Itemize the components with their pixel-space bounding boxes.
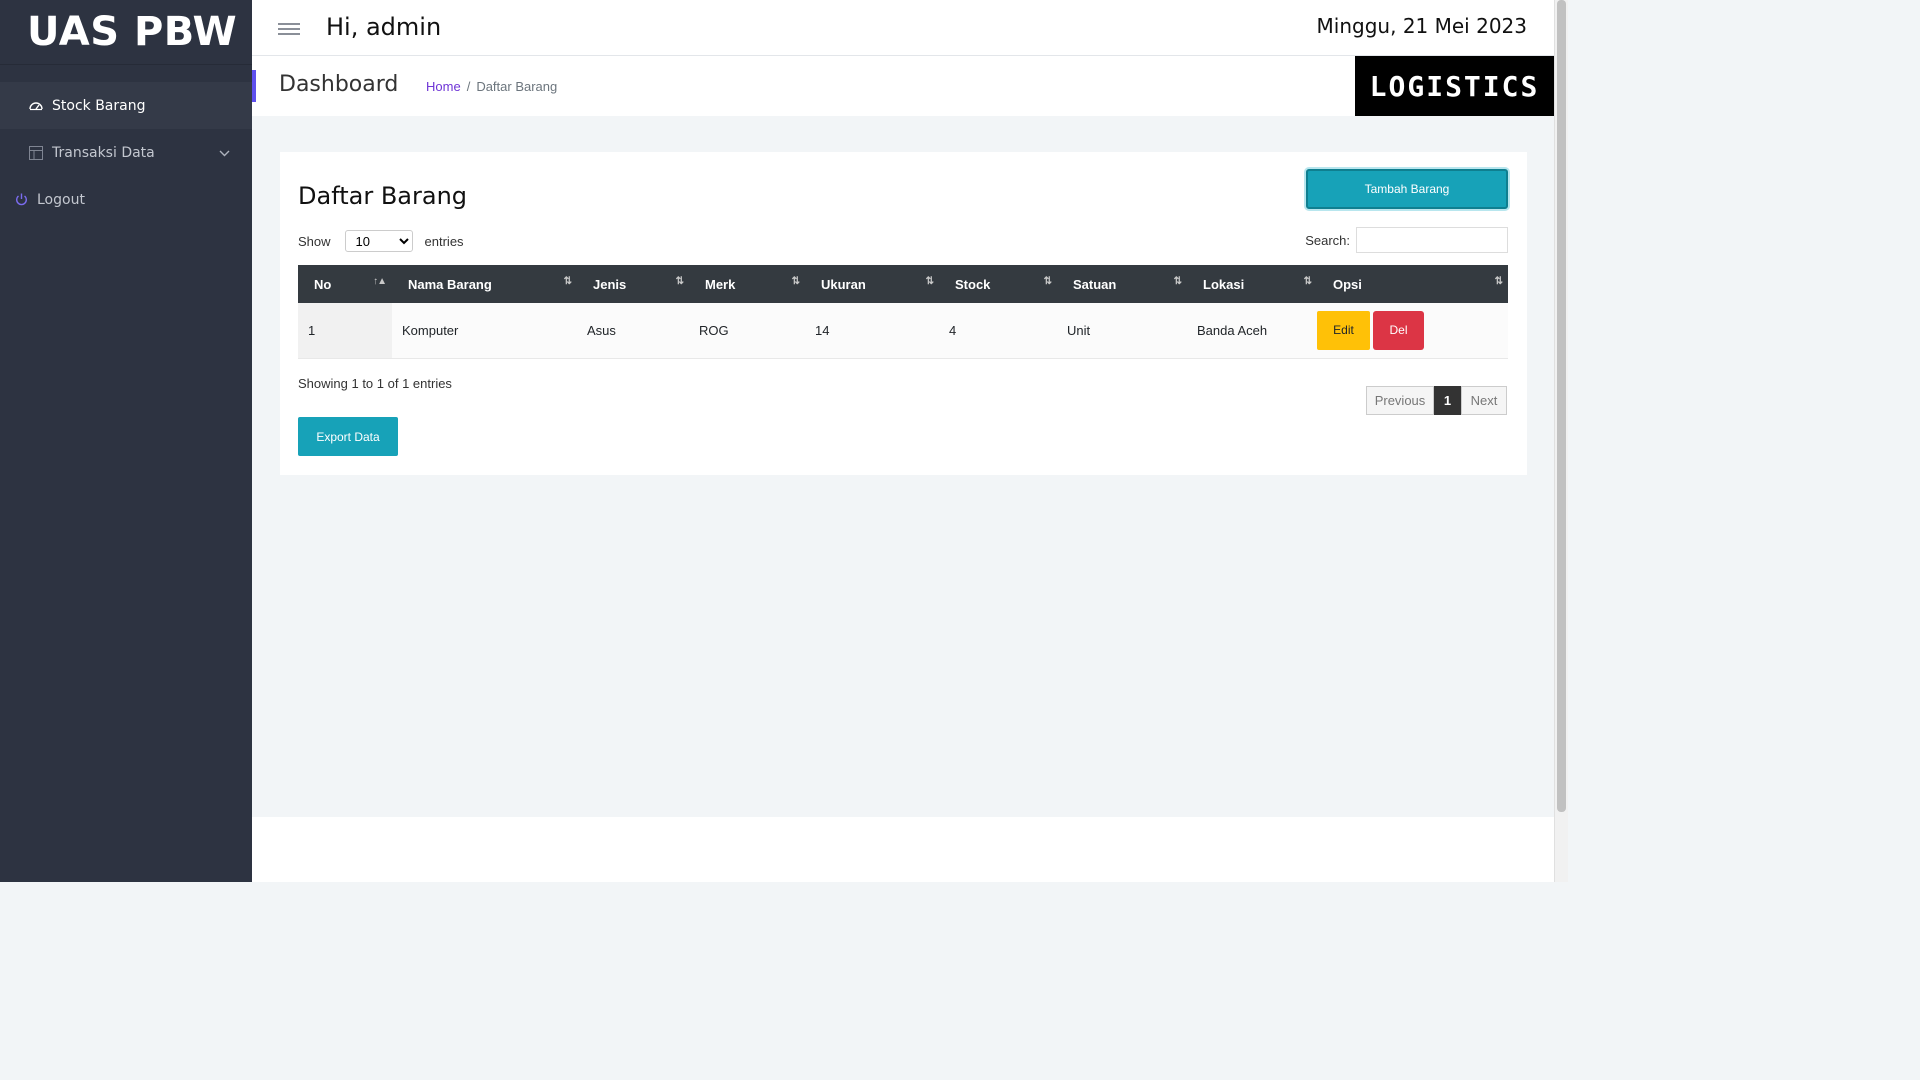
column-header-label: Satuan — [1073, 276, 1117, 292]
table-info: Showing 1 to 1 of 1 entries — [298, 376, 452, 391]
edit-button[interactable]: Edit — [1317, 310, 1370, 350]
table-header-row: No ↑▲ Nama Barang ⇅ Jenis ⇅ Merk ⇅ Ukuran ⇅ S… — [298, 265, 1508, 303]
menu-toggle-icon[interactable] — [278, 23, 300, 39]
column-header-label: No — [314, 276, 332, 292]
column-header-label: Lokasi — [1203, 276, 1245, 292]
topbar: Hi, admin Minggu, 21 Mei 2023 — [252, 0, 1554, 56]
entries-label: entries — [424, 233, 464, 249]
dashboard-icon — [28, 98, 44, 114]
sort-asc-icon: ↑▲ — [373, 276, 387, 287]
table-icon — [28, 145, 44, 161]
sort-icon: ⇅ — [925, 276, 934, 287]
column-header-label: Stock — [955, 276, 991, 292]
pagination: Previous 1 Next — [1366, 386, 1507, 415]
next-page-button[interactable]: Next — [1461, 386, 1507, 415]
search-label: Search: — [1305, 232, 1350, 248]
page-header: Dashboard Home / Daftar Barang LOGISTICS — [252, 56, 1554, 116]
entries-length-control: Show 10 entries — [298, 230, 464, 252]
entries-select[interactable]: 10 — [344, 230, 413, 252]
logistics-logo: LOGISTICS — [1355, 56, 1554, 116]
column-header-label: Nama Barang — [408, 276, 492, 292]
chevron-down-icon — [219, 145, 230, 161]
sidebar-item-stock-barang[interactable]: Stock Barang — [0, 82, 252, 129]
sort-icon: ⇅ — [1494, 276, 1503, 287]
column-header-ukuran[interactable]: Ukuran ⇅ — [805, 265, 939, 303]
search-input[interactable] — [1356, 227, 1508, 253]
brand: UAS PBW — [0, 0, 252, 65]
column-header-no[interactable]: No ↑▲ — [298, 265, 392, 303]
cell-lokasi: Banda Aceh — [1197, 322, 1268, 338]
sidebar-item-label: Stock Barang — [52, 97, 146, 114]
column-header-label: Opsi — [1333, 276, 1362, 292]
column-header-label: Jenis — [593, 276, 627, 292]
show-label: Show — [298, 233, 331, 249]
cell-satuan: Unit — [1067, 322, 1091, 338]
tambah-barang-button[interactable]: Tambah Barang — [1306, 169, 1508, 209]
sort-icon: ⇅ — [1043, 276, 1052, 287]
sidebar-item-label: Transaksi Data — [52, 144, 155, 161]
sort-icon: ⇅ — [1173, 276, 1182, 287]
sort-icon: ⇅ — [675, 276, 684, 287]
cell-stock: 4 — [949, 322, 957, 338]
page-1-button[interactable]: 1 — [1434, 386, 1461, 415]
delete-button[interactable]: Del — [1373, 310, 1424, 350]
breadcrumb-current: Daftar Barang — [476, 79, 558, 94]
brand-title: UAS PBW — [27, 9, 238, 55]
barang-table: No ↑▲ Nama Barang ⇅ Jenis ⇅ Merk ⇅ Ukuran ⇅ S… — [298, 265, 1508, 359]
column-header-stock[interactable]: Stock ⇅ — [939, 265, 1057, 303]
column-header-jenis[interactable]: Jenis ⇅ — [577, 265, 689, 303]
sidebar-item-label: Logout — [37, 191, 85, 208]
export-data-button[interactable]: Export Data — [298, 417, 398, 456]
card-title: Daftar Barang — [298, 182, 468, 210]
scrollbar-thumb[interactable] — [1557, 0, 1566, 812]
search-control: Search: — [1305, 227, 1508, 253]
column-header-opsi[interactable]: Opsi ⇅ — [1317, 265, 1508, 303]
previous-page-button[interactable]: Previous — [1366, 386, 1434, 415]
page-title: Dashboard — [279, 72, 399, 97]
cell-opsi: Edit Del — [1317, 303, 1508, 358]
column-header-label: Merk — [705, 276, 736, 292]
greeting: Hi, admin — [326, 13, 442, 41]
column-header-merk[interactable]: Merk ⇅ — [689, 265, 805, 303]
header-accent — [252, 70, 256, 102]
sort-icon: ⇅ — [563, 276, 572, 287]
page-scrollbar[interactable] — [1554, 0, 1568, 882]
current-date: Minggu, 21 Mei 2023 — [1316, 14, 1527, 38]
cell-nama-barang: Komputer — [402, 322, 459, 338]
breadcrumb-separator: / — [466, 79, 471, 94]
daftar-barang-card: Daftar Barang Tambah Barang Show 10 entr… — [280, 152, 1527, 475]
table-row: 1 Komputer Asus ROG 14 4 Unit Banda Aceh… — [298, 303, 1508, 358]
column-header-label: Ukuran — [821, 276, 866, 292]
column-header-satuan[interactable]: Satuan ⇅ — [1057, 265, 1187, 303]
sidebar-item-transaksi-data[interactable]: Transaksi Data — [0, 129, 252, 176]
footer-area — [252, 817, 1554, 882]
column-header-lokasi[interactable]: Lokasi ⇅ — [1187, 265, 1317, 303]
cell-jenis: Asus — [587, 322, 616, 338]
cell-no: 1 — [298, 303, 392, 358]
sort-icon: ⇅ — [1303, 276, 1312, 287]
cell-merk: ROG — [699, 322, 729, 338]
column-header-nama-barang[interactable]: Nama Barang ⇅ — [392, 265, 577, 303]
sort-icon: ⇅ — [791, 276, 800, 287]
sidebar-item-logout[interactable]: Logout — [0, 176, 252, 223]
sidebar: UAS PBW Stock Barang Transaksi Data Logo… — [0, 0, 252, 882]
cell-ukuran: 14 — [815, 322, 830, 338]
breadcrumb: Home / Daftar Barang — [426, 79, 557, 94]
power-icon — [13, 192, 29, 208]
breadcrumb-home-link[interactable]: Home — [426, 79, 461, 94]
